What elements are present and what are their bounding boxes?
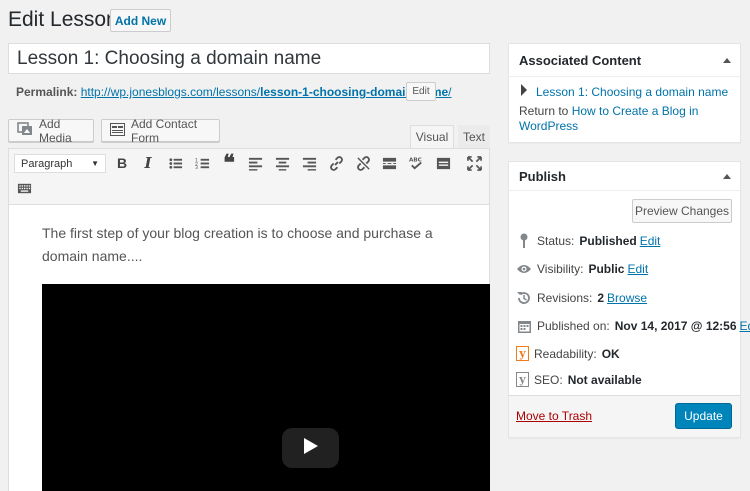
add-media-button[interactable]: Add Media — [8, 116, 94, 145]
permalink-end: / — [448, 85, 452, 99]
blockquote-icon[interactable]: ❝ — [218, 152, 240, 174]
status-edit-link[interactable]: Edit — [640, 234, 661, 248]
fullscreen-icon[interactable] — [463, 152, 485, 174]
pin-icon — [516, 233, 532, 249]
status-value: Published — [579, 234, 637, 248]
add-media-label: Add Media — [39, 116, 72, 145]
visibility-edit-link[interactable]: Edit — [627, 262, 648, 276]
published-on-label: Published on: — [537, 319, 610, 333]
select-arrow-icon: ▼ — [91, 159, 99, 168]
divider — [509, 190, 740, 191]
readability-value: OK — [601, 346, 620, 361]
preview-changes-button[interactable]: Preview Changes — [632, 199, 732, 223]
revisions-icon — [516, 290, 532, 306]
toggle-toolbar-icon[interactable] — [432, 152, 454, 174]
insert-link-icon[interactable] — [325, 152, 347, 174]
embedded-video[interactable] — [42, 284, 490, 491]
return-prefix: Return to — [519, 104, 572, 118]
associated-content-heading: Associated Content — [519, 53, 642, 68]
seo-row: y SEO: Not available — [516, 372, 642, 387]
page-title: Edit Lesson — [8, 8, 118, 31]
seo-label: SEO: — [534, 372, 563, 387]
return-to-line: Return to How to Create a Blog in WordPr… — [519, 104, 729, 134]
tab-visual[interactable]: Visual — [410, 125, 454, 148]
align-center-icon[interactable] — [271, 152, 293, 174]
media-icon — [17, 122, 33, 139]
svg-text:3: 3 — [195, 165, 198, 171]
visibility-value: Public — [588, 262, 625, 276]
published-on-value: Nov 14, 2017 @ 12:56 — [614, 319, 737, 333]
permalink-label: Permalink: — [16, 85, 78, 99]
readability-row: y Readability: OK — [516, 346, 620, 361]
format-select-value: Paragraph — [21, 157, 73, 170]
content-paragraph: The first step of your blog creation is … — [42, 225, 433, 264]
read-more-icon[interactable] — [378, 152, 400, 174]
add-contact-form-button[interactable]: Add Contact Form — [101, 116, 220, 145]
tab-text[interactable]: Text — [458, 125, 490, 148]
visibility-label: Visibility: — [537, 262, 584, 276]
caret-right-icon — [521, 84, 527, 96]
bulleted-list-icon[interactable] — [164, 152, 186, 174]
permalink-link[interactable]: http://wp.jonesblogs.com/lessons/lesson-… — [81, 85, 452, 99]
add-new-button[interactable]: Add New — [110, 9, 171, 32]
collapse-arrow-icon[interactable] — [723, 174, 731, 179]
align-left-icon[interactable] — [244, 152, 266, 174]
post-title-input[interactable]: Lesson 1: Choosing a domain name — [8, 43, 490, 74]
revisions-browse-link[interactable]: Browse — [607, 291, 647, 305]
calendar-icon — [516, 318, 532, 334]
collapse-arrow-icon[interactable] — [723, 58, 731, 63]
published-on-row: Published on: Nov 14, 2017 @ 12:56 Edit — [516, 318, 750, 334]
bold-icon[interactable]: B — [111, 152, 133, 174]
permalink-edit-button[interactable]: Edit — [406, 82, 436, 101]
play-button[interactable] — [282, 428, 339, 468]
numbered-list-icon[interactable]: 123 — [191, 152, 213, 174]
contact-form-icon — [110, 122, 125, 139]
permalink-base: http://wp.jonesblogs.com/lessons/ — [80, 85, 261, 99]
format-select[interactable]: Paragraph ▼ — [14, 154, 106, 173]
readability-label: Readability: — [534, 346, 597, 361]
yoast-seo-icon: y — [516, 372, 529, 387]
status-row: Status: Published Edit — [516, 233, 660, 249]
eye-icon — [516, 261, 532, 277]
visibility-row: Visibility: Public Edit — [516, 261, 648, 277]
revisions-value: 2 — [597, 291, 605, 305]
spellcheck-icon[interactable]: ABC — [405, 152, 427, 174]
status-label: Status: — [537, 234, 575, 248]
move-to-trash-link[interactable]: Move to Trash — [516, 409, 592, 423]
seo-value: Not available — [567, 372, 642, 387]
publish-heading: Publish — [519, 169, 566, 184]
published-on-edit-link[interactable]: Edit — [740, 319, 750, 333]
revisions-row: Revisions: 2 Browse — [516, 290, 647, 306]
revisions-label: Revisions: — [537, 291, 593, 305]
add-contact-form-label: Add Contact Form — [131, 116, 198, 145]
associated-lesson-link[interactable]: Lesson 1: Choosing a domain name — [536, 85, 728, 99]
italic-icon[interactable]: I — [137, 152, 159, 174]
align-right-icon[interactable] — [298, 152, 320, 174]
play-icon — [303, 437, 319, 460]
associated-content-box: Associated Content Lesson 1: Choosing a … — [508, 43, 741, 143]
divider — [509, 76, 740, 77]
update-button[interactable]: Update — [675, 403, 732, 429]
permalink: Permalink: http://wp.jonesblogs.com/less… — [16, 85, 452, 99]
keyboard-icon[interactable] — [13, 177, 35, 199]
yoast-readability-icon: y — [516, 346, 529, 361]
remove-link-icon[interactable] — [352, 152, 374, 174]
